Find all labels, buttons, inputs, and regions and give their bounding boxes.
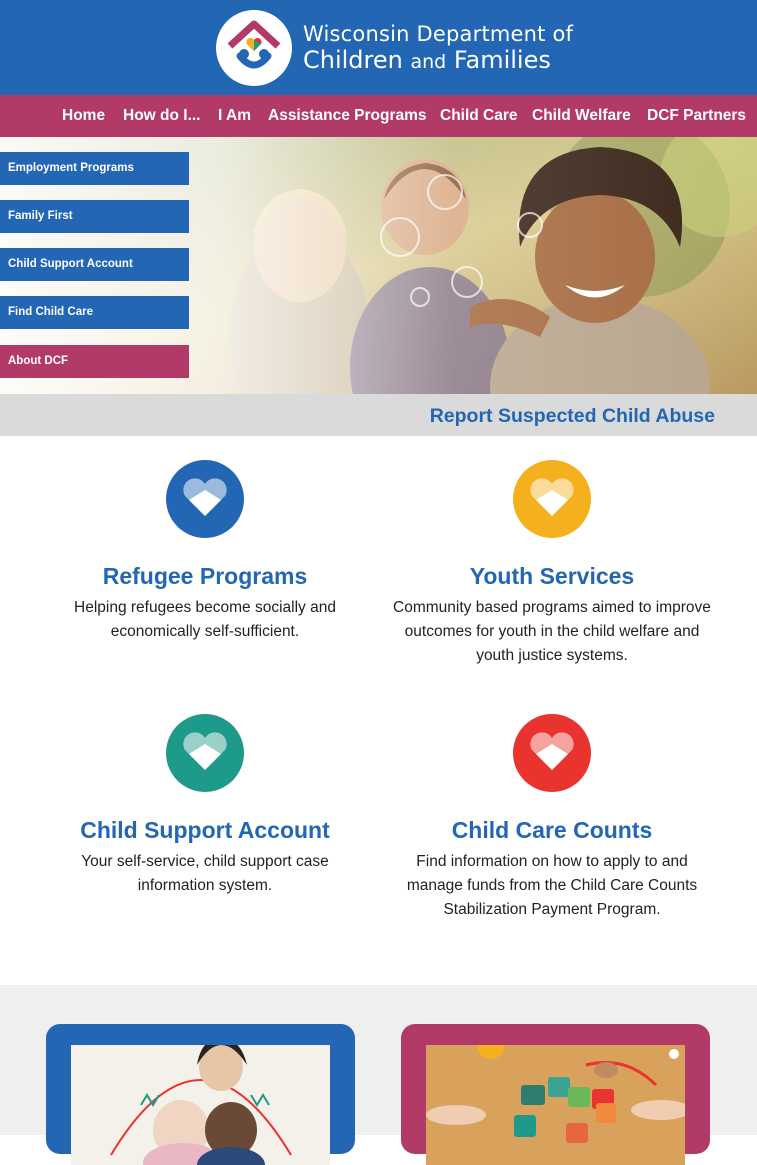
nav-item-child-welfare[interactable]: Child Welfare [532,107,631,125]
card-child-care-counts: Child Care Counts Find information on ho… [392,714,712,922]
nav-item-dcf-partners[interactable]: DCF Partners [647,107,746,125]
card-child-support-account: Child Support Account Your self-service,… [45,714,365,898]
nav-item-assistance-programs[interactable]: Assistance Programs [268,107,427,125]
nav-item-child-care[interactable]: Child Care [440,107,518,125]
card-title[interactable]: Child Care Counts [392,817,712,844]
brand-name-line2: Children and Families [303,46,551,74]
sidebar-button-about-dcf[interactable]: About DCF [0,345,189,378]
promo-section [0,985,757,1165]
card-title[interactable]: Youth Services [392,563,712,590]
card-description: Find information on how to apply to and … [406,853,698,918]
sidebar-button-child-support-account[interactable]: Child Support Account [0,248,189,281]
nav-item-i-am[interactable]: I Am [218,107,251,125]
main-nav: Home How do I... I Am Assistance Program… [0,95,757,137]
brand-word-children: Children [303,46,403,74]
brand-name-line1: Wisconsin Department of [303,22,574,46]
brand-word-and: and [410,51,447,73]
nav-item-home[interactable]: Home [62,107,105,125]
card-title[interactable]: Child Support Account [45,817,365,844]
card-description: Community based programs aimed to improv… [393,599,711,664]
promo-puzzle-image [426,1045,685,1165]
brand-word-families: Families [453,46,551,74]
report-child-abuse-link[interactable]: Report Suspected Child Abuse [430,405,715,428]
site-header: Wisconsin Department of Children and Fam… [0,0,757,95]
card-refugee-programs: Refugee Programs Helping refugees become… [45,460,365,644]
sidebar-button-employment-programs[interactable]: Employment Programs [0,152,189,185]
sidebar-button-find-child-care[interactable]: Find Child Care [0,296,189,329]
card-youth-services: Youth Services Community based programs … [392,460,712,668]
heart-icon[interactable] [166,714,244,792]
sidebar-button-family-first[interactable]: Family First [0,200,189,233]
heart-icon[interactable] [166,460,244,538]
heart-icon[interactable] [513,714,591,792]
card-description: Your self-service, child support case in… [81,853,329,894]
card-description: Helping refugees become socially and eco… [74,599,336,640]
card-title[interactable]: Refugee Programs [45,563,365,590]
dcf-logo-icon[interactable] [216,10,292,86]
report-abuse-bar: Report Suspected Child Abuse [0,394,757,436]
nav-item-how-do-i[interactable]: How do I... [123,107,201,125]
promo-family-image [71,1045,330,1165]
heart-icon[interactable] [513,460,591,538]
